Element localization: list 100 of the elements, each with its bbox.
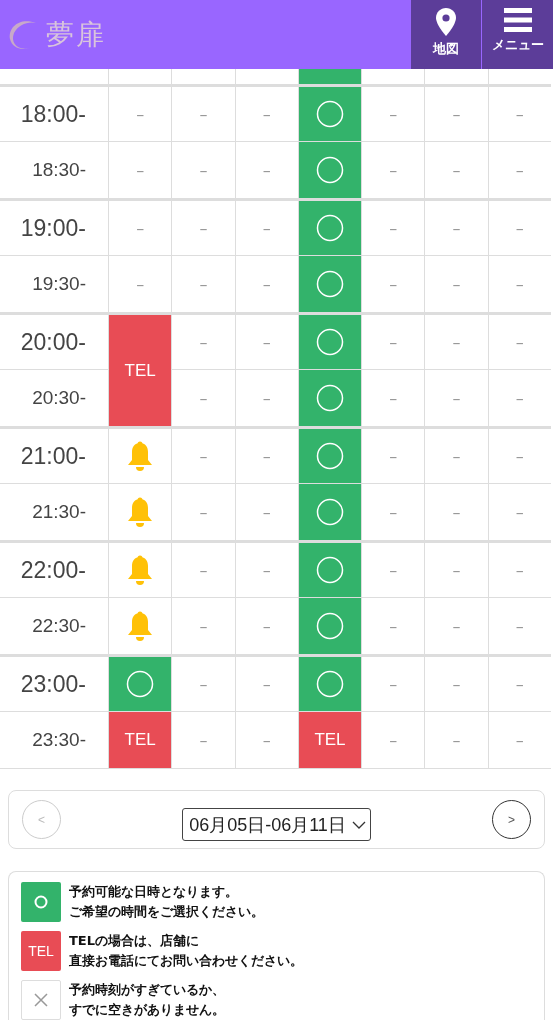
table-cell: – <box>171 654 235 711</box>
table-cell: – <box>424 597 488 654</box>
table-cell: – <box>487 198 551 255</box>
open-slot[interactable] <box>297 255 362 312</box>
table-cell: – <box>108 84 172 141</box>
tel-slot[interactable]: TEL <box>297 711 362 768</box>
table-cell: – <box>234 369 298 426</box>
table-cell: – <box>361 597 425 654</box>
open-slot[interactable] <box>297 312 362 369</box>
table-cell: – <box>424 84 488 141</box>
table-cell: – <box>234 597 298 654</box>
table-cell: – <box>234 483 298 540</box>
circle-icon <box>34 895 48 909</box>
week-select[interactable]: 06月05日-06月11日 <box>182 808 371 841</box>
circle-icon <box>316 214 344 242</box>
table-cell: – <box>171 483 235 540</box>
bell-icon <box>126 441 155 471</box>
table-cell: – <box>487 141 551 198</box>
table-cell: – <box>171 141 235 198</box>
table-cell: – <box>487 426 551 483</box>
table-cell: – <box>234 255 298 312</box>
open-slot[interactable] <box>297 483 362 540</box>
circle-icon <box>316 442 344 470</box>
table-cell: – <box>234 711 298 768</box>
cross-icon <box>34 993 48 1007</box>
time-label: 19:00- <box>0 198 108 255</box>
time-label: 21:30- <box>0 483 108 540</box>
circle-icon <box>316 156 344 184</box>
circle-icon <box>316 270 344 298</box>
menu-icon <box>503 8 532 32</box>
circle-icon <box>316 612 344 640</box>
table-cell: – <box>171 540 235 597</box>
table-cell: – <box>424 426 488 483</box>
open-slot[interactable] <box>297 540 362 597</box>
table-cell: – <box>171 198 235 255</box>
table-cell: – <box>361 483 425 540</box>
menu-button[interactable]: メニュー <box>482 0 553 69</box>
table-cell: – <box>171 84 235 141</box>
map-button[interactable]: 地図 <box>411 0 481 69</box>
tel-slot[interactable]: TEL <box>108 312 172 426</box>
tel-slot[interactable]: TEL <box>108 711 172 768</box>
time-label: 19:30- <box>0 255 108 312</box>
open-slot[interactable] <box>297 198 362 255</box>
table-cell: – <box>361 654 425 711</box>
table-cell: – <box>424 198 488 255</box>
table-cell: – <box>424 255 488 312</box>
circle-icon <box>316 556 344 584</box>
table-cell: – <box>424 540 488 597</box>
table-cell: – <box>424 369 488 426</box>
open-slot[interactable] <box>297 141 362 198</box>
open-slot[interactable] <box>297 597 362 654</box>
table-cell: – <box>171 255 235 312</box>
table-cell: – <box>361 198 425 255</box>
table-cell: – <box>108 141 172 198</box>
time-label: 22:30- <box>0 597 108 654</box>
table-cell: – <box>487 654 551 711</box>
table-cell: – <box>171 597 235 654</box>
open-slot[interactable] <box>297 654 362 711</box>
next-week-button[interactable]: > <box>492 800 531 839</box>
table-cell: – <box>361 711 425 768</box>
bell-icon <box>126 555 155 585</box>
time-label: 18:30- <box>0 141 108 198</box>
legend-text: 予約時刻がすぎているか、 すでに空きがありません。 <box>69 981 225 1019</box>
time-label: 21:00- <box>0 426 108 483</box>
table-cell: – <box>487 711 551 768</box>
location-pin-icon <box>436 8 456 36</box>
table-cell: – <box>361 426 425 483</box>
table-cell: – <box>108 198 172 255</box>
circle-icon <box>126 670 155 698</box>
table-cell: – <box>171 369 235 426</box>
table-cell: – <box>171 711 235 768</box>
bell-icon <box>126 497 155 527</box>
table-cell: – <box>361 255 425 312</box>
table-cell: – <box>487 312 551 369</box>
table-cell: – <box>424 711 488 768</box>
table-cell: – <box>424 654 488 711</box>
circle-icon <box>316 328 344 356</box>
circle-icon <box>316 498 344 526</box>
open-slot[interactable] <box>297 84 362 141</box>
table-cell: – <box>487 540 551 597</box>
legend-text: 予約可能な日時となります。 ご希望の時間をご選択ください。 <box>69 883 264 921</box>
table-cell: – <box>424 312 488 369</box>
circle-icon <box>316 100 344 128</box>
chevron-down-icon <box>351 820 366 829</box>
table-cell: – <box>487 84 551 141</box>
table-cell: – <box>361 540 425 597</box>
table-cell: – <box>171 426 235 483</box>
time-label: 22:00- <box>0 540 108 597</box>
time-label: 18:00- <box>0 84 108 141</box>
bell-icon <box>126 611 155 641</box>
open-slot[interactable] <box>297 426 362 483</box>
table-cell: – <box>361 141 425 198</box>
table-cell: – <box>361 369 425 426</box>
open-slot[interactable] <box>108 654 172 711</box>
logo-text: 夢扉 <box>46 16 106 53</box>
circle-icon <box>316 384 344 412</box>
open-slot[interactable] <box>297 369 362 426</box>
time-label: 20:30- <box>0 369 108 426</box>
table-cell: – <box>361 84 425 141</box>
table-cell: – <box>424 483 488 540</box>
